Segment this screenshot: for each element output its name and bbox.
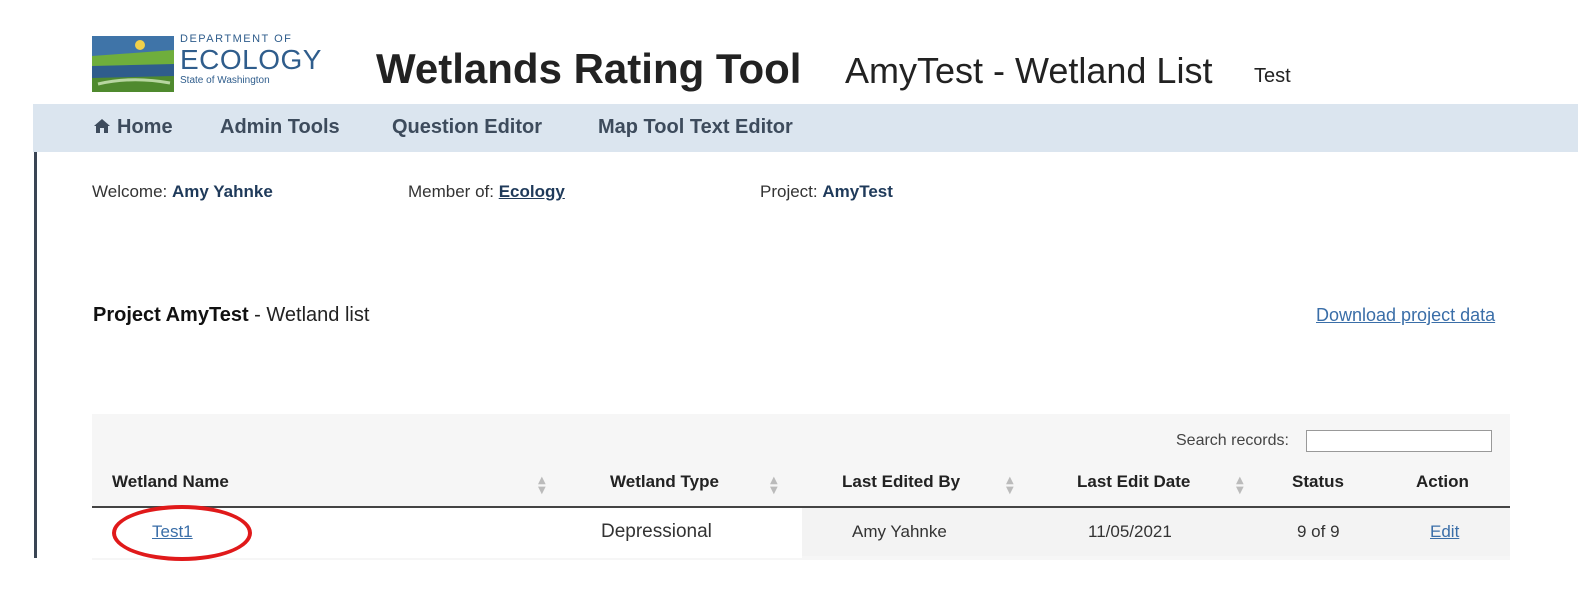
logo-state: State of Washington	[180, 75, 270, 86]
member-info: Member of: Ecology	[408, 182, 565, 202]
edit-link[interactable]: Edit	[1430, 522, 1459, 542]
sort-icon[interactable]: ▲ ▼	[538, 476, 546, 496]
project-info: Project: AmyTest	[760, 182, 893, 202]
project-name: AmyTest	[822, 182, 893, 201]
page-title: AmyTest - Wetland List	[845, 50, 1213, 91]
nav-map-tool-text-editor[interactable]: Map Tool Text Editor	[598, 116, 793, 139]
column-header-action: Action	[1416, 472, 1469, 491]
welcome-user: Amy Yahnke	[172, 182, 273, 201]
logo-name: ECOLOGY	[180, 44, 322, 75]
main-nav: Home Admin Tools Question Editor Map Too…	[33, 104, 1578, 152]
ecology-logo[interactable]: DEPARTMENT OF ECOLOGY State of Washingto…	[92, 33, 321, 93]
wetland-type: Depressional	[601, 521, 712, 542]
wetland-table: Search records: Wetland Name ▲ ▼ Wetland …	[62, 414, 1510, 560]
sort-icon[interactable]: ▲ ▼	[1236, 476, 1244, 496]
search-label: Search records:	[1176, 432, 1289, 449]
column-header-wetland-type[interactable]: Wetland Type	[610, 472, 719, 492]
home-icon	[94, 119, 110, 133]
welcome-info: Welcome: Amy Yahnke	[92, 182, 273, 202]
welcome-label: Welcome:	[92, 182, 168, 201]
nav-home-label: Home	[117, 116, 173, 138]
last-edited-by: Amy Yahnke	[852, 522, 947, 541]
search-input[interactable]	[1306, 430, 1492, 452]
section-title-project: Project AmyTest	[93, 304, 249, 326]
table-row: Test1 Depressional Amy Yahnke 11/05/2021…	[62, 508, 1510, 558]
nav-home[interactable]: Home	[93, 116, 173, 139]
column-header-last-edit-date[interactable]: Last Edit Date	[1077, 472, 1190, 492]
nav-question-editor[interactable]: Question Editor	[392, 116, 542, 139]
wetland-name-link[interactable]: Test1	[152, 522, 193, 542]
download-project-data-link[interactable]: Download project data	[1316, 305, 1495, 326]
logo-text: DEPARTMENT OF ECOLOGY State of Washingto…	[180, 33, 322, 87]
sort-icon[interactable]: ▲ ▼	[770, 476, 778, 496]
header: DEPARTMENT OF ECOLOGY State of Washingto…	[0, 0, 1589, 104]
column-header-last-edited-by[interactable]: Last Edited By	[842, 472, 960, 492]
content-left-border	[34, 152, 37, 558]
sort-icon[interactable]: ▲ ▼	[1006, 476, 1014, 496]
last-edit-date: 11/05/2021	[1088, 522, 1172, 541]
app-title: Wetlands Rating Tool	[376, 45, 802, 92]
environment-label: Test	[1254, 65, 1291, 87]
status: 9 of 9	[1297, 522, 1340, 541]
nav-admin-tools[interactable]: Admin Tools	[220, 116, 340, 139]
column-header-wetland-name[interactable]: Wetland Name	[112, 472, 229, 492]
section-title: Project AmyTest - Wetland list	[93, 304, 369, 327]
section-title-suffix: - Wetland list	[254, 304, 370, 326]
project-label: Project:	[760, 182, 818, 201]
washington-state-logo-icon	[92, 36, 174, 92]
member-org-link[interactable]: Ecology	[499, 182, 565, 201]
member-label: Member of:	[408, 182, 494, 201]
column-header-status[interactable]: Status	[1292, 472, 1344, 492]
